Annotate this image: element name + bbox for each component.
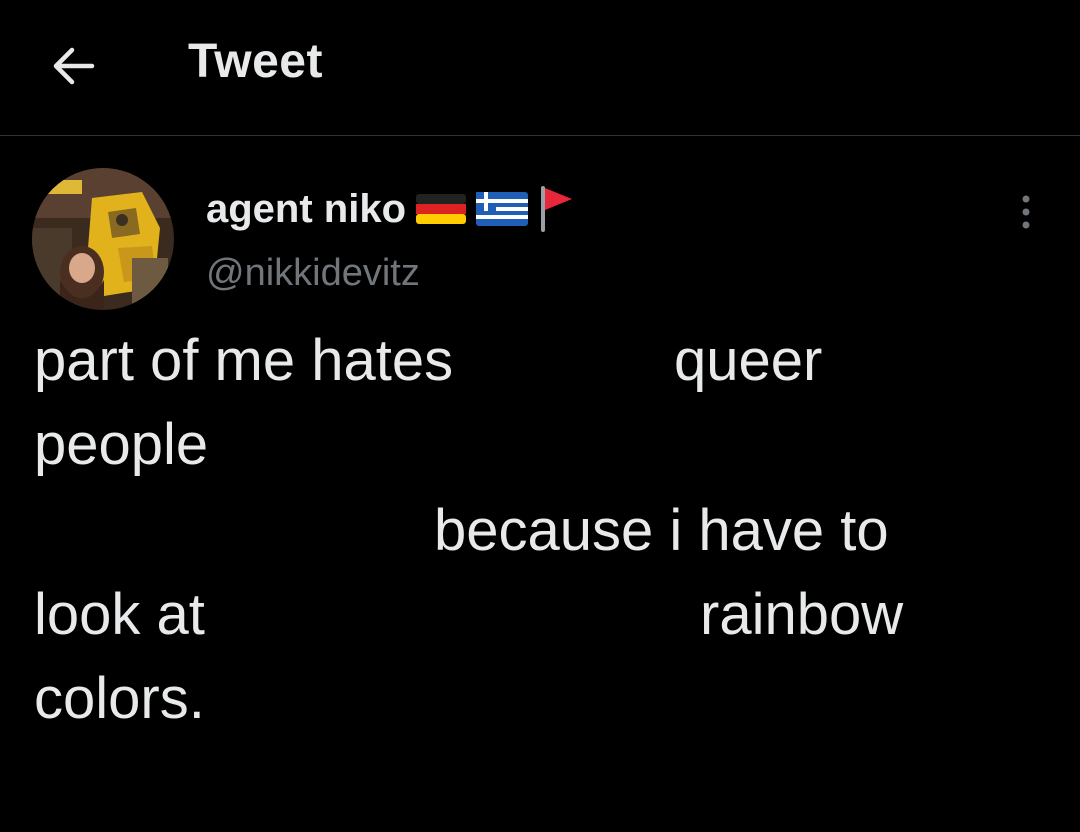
back-button[interactable] xyxy=(44,36,104,96)
avatar-image xyxy=(32,168,174,310)
arrow-left-icon xyxy=(53,47,95,85)
tweet-text-segment: colors. xyxy=(34,666,205,731)
more-options-button[interactable] xyxy=(1004,188,1048,236)
tweet-text-segment: part of me hates xyxy=(34,328,454,393)
author-handle[interactable]: @nikkidevitz xyxy=(206,252,420,295)
avatar[interactable] xyxy=(32,168,174,310)
page-title: Tweet xyxy=(188,35,323,88)
germany-flag-icon xyxy=(416,194,467,224)
tweet-text-segment: people xyxy=(34,412,209,477)
tweet-text-segment: because i have to xyxy=(434,498,889,563)
author-name-row: agent niko xyxy=(206,184,576,234)
red-flag-icon xyxy=(541,186,573,232)
tweet-text-segment: queer xyxy=(674,328,823,393)
greece-flag-icon xyxy=(476,192,529,226)
tweet-text-segment: look at xyxy=(34,582,205,647)
display-name[interactable]: agent niko xyxy=(206,187,406,232)
top-app-bar: Tweet xyxy=(0,0,1080,136)
more-vertical-icon xyxy=(1022,195,1030,229)
tweet-text-segment: rainbow xyxy=(700,582,904,647)
